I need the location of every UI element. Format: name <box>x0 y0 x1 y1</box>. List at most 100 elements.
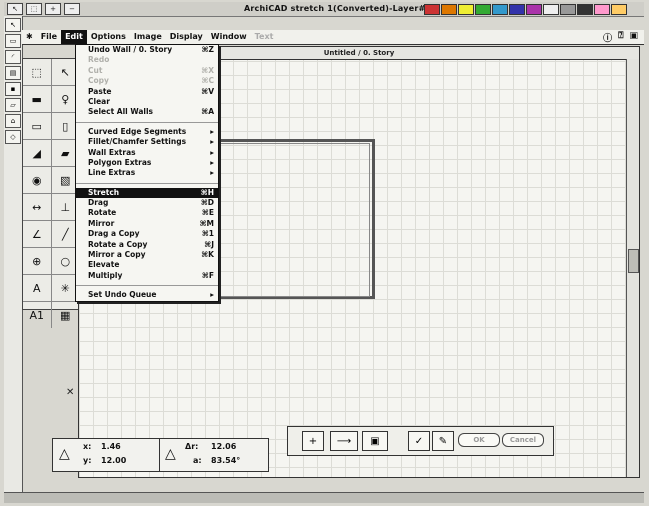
menu-item-mirror[interactable]: Mirror ⌘M <box>76 219 218 229</box>
menu-item-label: Set Undo Queue <box>88 290 157 300</box>
window-tool-icon[interactable]: ▤ <box>5 66 21 80</box>
window-title: Untitled / 0. Story <box>323 49 395 57</box>
menu-item-curved-edge-segments[interactable]: Curved Edge Segments ▸ <box>76 127 218 137</box>
menu-item-paste[interactable]: Paste ⌘V <box>76 87 218 97</box>
menu-item-shortcut: ⌘J <box>204 239 214 249</box>
coordinate-box: △ x: 1.46 y: 12.00 △ Δr: 12.06 a: 83.54° <box>52 438 269 472</box>
menu-item-rotate-a-copy[interactable]: Rotate a Copy ⌘J <box>76 240 218 250</box>
menu-display[interactable]: Display <box>166 30 207 44</box>
window-icon[interactable]: ▭ <box>23 113 52 139</box>
menu-item-shortcut: ▸ <box>210 157 214 167</box>
color-swatch[interactable] <box>492 4 508 15</box>
color-swatch[interactable] <box>509 4 525 15</box>
menu-item-shortcut: ⌘A <box>201 107 214 117</box>
elevation-icon[interactable]: ⊕ <box>23 248 52 274</box>
wall-icon[interactable]: ▬ <box>23 86 52 112</box>
info-strip: ↖ ⬚ + − ArchiCAD stretch 1(Converted)-La… <box>4 2 644 17</box>
color-swatch[interactable] <box>611 4 627 15</box>
menu-file[interactable]: File <box>37 30 61 44</box>
menu-item-label: Multiply <box>88 270 123 280</box>
menu-item-rotate[interactable]: Rotate ⌘E <box>76 208 218 218</box>
menu-item-label: Paste <box>88 86 112 96</box>
menu-item-mirror-a-copy[interactable]: Mirror a Copy ⌘K <box>76 250 218 260</box>
help-icon[interactable]: ⓘ <box>603 31 612 44</box>
rectangle-method-icon[interactable]: ▣ <box>362 431 388 451</box>
scroll-thumb[interactable] <box>628 249 639 273</box>
add-icon[interactable]: + <box>302 431 324 451</box>
menu-item-stretch[interactable]: Stretch ⌘H <box>76 187 218 199</box>
menu-item-wall-extras[interactable]: Wall Extras ▸ <box>76 148 218 158</box>
menu-text[interactable]: Text <box>251 30 278 44</box>
menu-item-line-extras[interactable]: Line Extras ▸ <box>76 168 218 178</box>
menu-item-shortcut: ▸ <box>210 126 214 136</box>
app-switcher-icon[interactable]: ▣ <box>629 31 638 44</box>
dr-label: Δr: <box>185 442 199 451</box>
menu-item-fillet-chamfer-settings[interactable]: Fillet/Chamfer Settings ▸ <box>76 137 218 147</box>
menu-image[interactable]: Image <box>130 30 166 44</box>
menu-window[interactable]: Window <box>207 30 251 44</box>
menu-item-clear[interactable]: Clear <box>76 97 218 107</box>
color-swatch[interactable] <box>594 4 610 15</box>
wall-tool-icon[interactable]: ▭ <box>5 34 21 48</box>
menu-item-elevate[interactable]: Elevate <box>76 260 218 270</box>
menu-item-shortcut: ⌘C <box>201 76 214 86</box>
menu-item-set-undo-queue[interactable]: Set Undo Queue ▸ <box>76 290 218 300</box>
roof-icon[interactable]: ◢ <box>23 140 52 166</box>
menu-item-shortcut: ⌘X <box>201 65 214 75</box>
marquee-icon[interactable]: ⬚ <box>23 59 52 85</box>
color-swatch[interactable] <box>458 4 474 15</box>
bottom-scrollbar[interactable] <box>4 492 644 503</box>
balloon-help-icon[interactable]: ⍰ <box>618 31 623 44</box>
angle-label: a: <box>193 456 202 465</box>
apple-menu-icon[interactable]: ✱ <box>22 30 37 44</box>
color-swatch[interactable] <box>543 4 559 15</box>
menu-item-select-all-walls[interactable]: Select All Walls ⌘A <box>76 107 218 117</box>
color-swatch[interactable] <box>560 4 576 15</box>
menu-item-shortcut: ▸ <box>210 147 214 157</box>
menu-item-label: Line Extras <box>88 168 136 178</box>
menu-item-polygon-extras[interactable]: Polygon Extras ▸ <box>76 158 218 168</box>
menubar-right-icons: ⓘ ⍰ ▣ <box>603 31 638 44</box>
y-label: y: <box>83 456 92 465</box>
angle-icon[interactable]: ∠ <box>23 221 52 247</box>
menu-edit[interactable]: Edit <box>61 30 87 44</box>
menu-item-drag-a-copy[interactable]: Drag a Copy ⌘1 <box>76 229 218 239</box>
cancel-button[interactable]: Cancel <box>502 433 544 447</box>
menu-item-multiply[interactable]: Multiply ⌘F <box>76 271 218 281</box>
marquee-tool-button[interactable]: ⬚ <box>26 3 42 15</box>
color-swatch[interactable] <box>526 4 542 15</box>
column-tool-icon[interactable]: ▪ <box>5 82 21 96</box>
door-tool-icon[interactable]: ◜ <box>5 50 21 64</box>
color-swatch[interactable] <box>475 4 491 15</box>
line-method-icon[interactable]: ⟶ <box>330 431 358 451</box>
dimension-icon[interactable]: ↔ <box>23 194 52 220</box>
text-tool-icon[interactable]: A <box>23 275 52 301</box>
camera-icon[interactable]: ◉ <box>23 167 52 193</box>
menu-item-undo-wall-0-story[interactable]: Undo Wall / 0. Story ⌘Z <box>76 45 218 55</box>
menu-item-redo[interactable]: Redo <box>76 55 218 65</box>
menu-item-shortcut: ⌘K <box>201 250 214 260</box>
color-swatch[interactable] <box>424 4 440 15</box>
roof-tool-icon[interactable]: ⌂ <box>5 114 21 128</box>
color-swatch[interactable] <box>577 4 593 15</box>
menu-item-label: Curved Edge Segments <box>88 126 187 136</box>
color-swatch[interactable] <box>441 4 457 15</box>
menu-options[interactable]: Options <box>87 30 130 44</box>
menu-item-label: Polygon Extras <box>88 157 152 167</box>
ok-button[interactable]: OK <box>458 433 500 447</box>
pencil-icon[interactable]: ✎ <box>432 431 454 451</box>
object-tool-icon[interactable]: ◇ <box>5 130 21 144</box>
arrow-tool-icon[interactable]: ↖ <box>5 18 21 32</box>
vertical-scrollbar[interactable] <box>626 59 639 477</box>
zoom-out-button[interactable]: − <box>64 3 80 15</box>
zoom-in-button[interactable]: + <box>45 3 61 15</box>
menu-item-cut[interactable]: Cut ⌘X <box>76 66 218 76</box>
label-tool-icon[interactable]: A1 <box>23 302 52 328</box>
menu-item-copy[interactable]: Copy ⌘C <box>76 76 218 86</box>
fill-icon[interactable]: ▦ <box>52 302 80 328</box>
slab-tool-icon[interactable]: ▱ <box>5 98 21 112</box>
menu-item-drag[interactable]: Drag ⌘D <box>76 198 218 208</box>
pointer-tool-button[interactable]: ↖ <box>7 3 23 15</box>
menu-item-shortcut: ⌘H <box>200 187 214 197</box>
check-icon[interactable]: ✓ <box>408 431 430 451</box>
